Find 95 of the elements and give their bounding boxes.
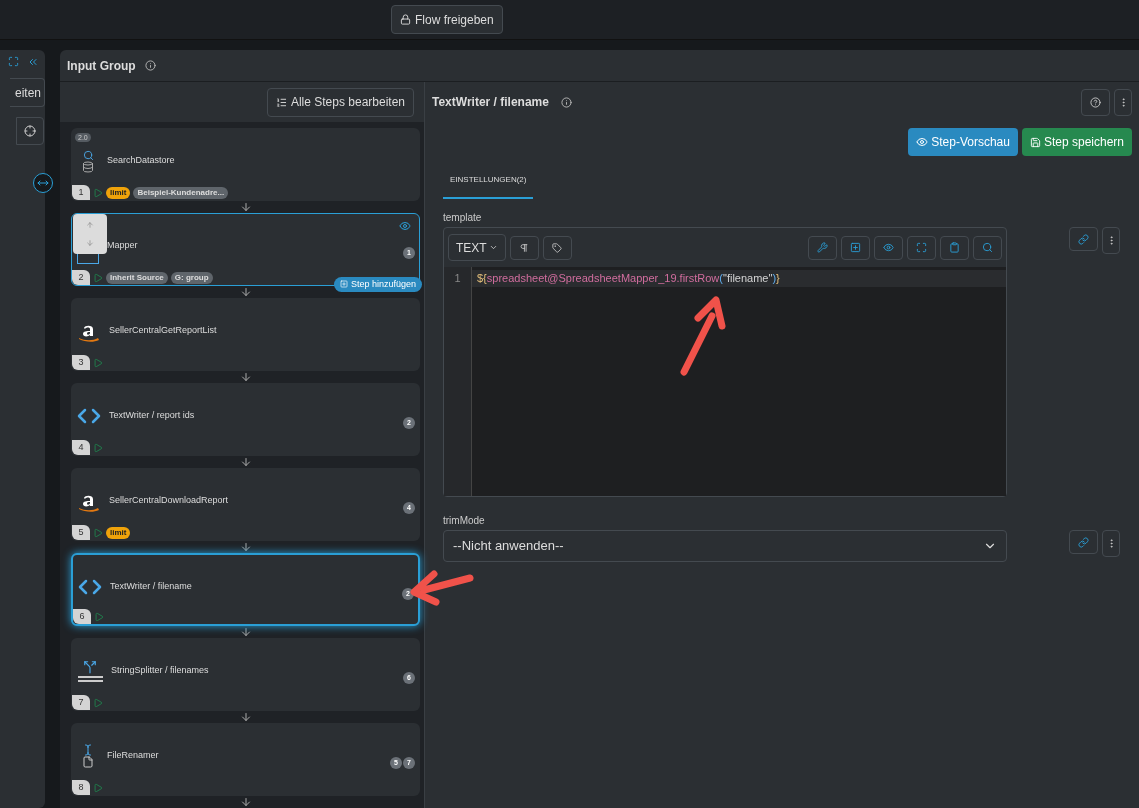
ordered-list-icon	[275, 96, 287, 108]
locate-button[interactable]	[16, 117, 44, 145]
insert-button[interactable]	[841, 235, 870, 260]
field-label: template	[443, 211, 483, 225]
step-number: 6	[73, 609, 91, 624]
eye-icon	[916, 136, 929, 148]
step-name: SearchDatastore	[107, 154, 175, 168]
play-icon[interactable]	[93, 782, 103, 793]
search-icon	[982, 242, 993, 253]
plus-icon	[850, 242, 861, 253]
connector-arrow-icon	[239, 201, 252, 213]
info-icon[interactable]	[560, 96, 572, 108]
wrench-button[interactable]	[808, 235, 837, 260]
connector-arrow-icon	[239, 796, 252, 808]
step-number: 7	[72, 695, 90, 710]
code-editor[interactable]: TEXT 1 ${spreadsheet@SpreadsheetMapper_19.firstRow("filename")}	[443, 227, 1007, 497]
step-name: TextWriter / report ids	[109, 409, 195, 423]
eye-icon[interactable]	[399, 220, 411, 232]
link-icon	[1078, 536, 1089, 548]
more-button[interactable]	[1102, 530, 1120, 557]
save-step-button[interactable]: Step speichern	[1021, 128, 1132, 156]
plus-icon	[339, 280, 348, 289]
connector-arrow-icon	[239, 541, 252, 553]
tag-button[interactable]	[542, 235, 572, 260]
step-name: SellerCentralDownloadReport	[109, 494, 229, 508]
connector-arrow-icon	[239, 711, 252, 723]
step-number: 3	[72, 355, 90, 370]
tag-icon	[552, 242, 563, 253]
group-title: Input Group	[67, 57, 136, 75]
clipboard-icon	[949, 242, 960, 253]
step-tag: limit	[106, 186, 131, 199]
collapse-icon[interactable]	[27, 56, 39, 68]
resize-handle-icon[interactable]	[33, 173, 53, 193]
step-tag: G: group	[170, 271, 213, 284]
line-number: 1	[454, 271, 461, 286]
step-number: 2	[72, 270, 90, 285]
play-icon[interactable]	[93, 272, 103, 283]
step-name: SellerCentralGetReportList	[109, 324, 217, 338]
eye-icon	[883, 242, 894, 253]
settings-tab[interactable]: EINSTELLUNGEN(2)	[443, 163, 534, 199]
mode-dropdown[interactable]: TEXT	[448, 234, 506, 261]
preview-button[interactable]	[874, 235, 903, 260]
step-title: TextWriter / filename	[432, 94, 549, 111]
play-icon[interactable]	[93, 357, 103, 368]
step-tag: Beispiel-Kundenadre...	[133, 186, 229, 199]
link-icon	[1078, 233, 1089, 245]
wrench-icon	[817, 242, 828, 253]
fullscreen-button[interactable]	[907, 235, 936, 260]
play-icon[interactable]	[93, 527, 103, 538]
step-name: FileRenamer	[107, 749, 159, 763]
link-button[interactable]	[1069, 530, 1098, 554]
trim-mode-select[interactable]: --Nicht anwenden--	[443, 530, 1007, 562]
step-number: 5	[72, 525, 90, 540]
more-button[interactable]	[1102, 227, 1120, 254]
reorder-handle[interactable]	[73, 214, 107, 254]
step-tag: Inherit Source	[106, 271, 168, 284]
lock-icon	[400, 14, 411, 25]
step-preview-button[interactable]: Step-Vorschau	[908, 128, 1018, 156]
more-button[interactable]	[1114, 88, 1132, 116]
move-up-icon[interactable]	[86, 221, 94, 229]
play-icon[interactable]	[93, 697, 103, 708]
splitter-icon	[77, 660, 103, 682]
play-icon[interactable]	[94, 611, 104, 622]
step-name: Mapper	[107, 239, 138, 253]
connector-arrow-icon	[239, 626, 252, 638]
share-flow-button[interactable]: Flow freigeben	[391, 5, 503, 34]
paragraph-button[interactable]	[509, 235, 539, 260]
step-name: StringSplitter / filenames	[111, 664, 209, 678]
step-number: 8	[72, 780, 90, 795]
link-button[interactable]	[1069, 227, 1098, 251]
crosshair-icon	[24, 125, 36, 137]
step-card[interactable]: SellerCentralGetReportList 3	[71, 298, 420, 371]
help-icon	[1090, 96, 1101, 108]
clipboard-button[interactable]	[940, 235, 969, 260]
edit-all-steps-button[interactable]: Alle Steps bearbeiten	[266, 87, 414, 117]
fullscreen-icon	[916, 242, 927, 253]
search-button[interactable]	[973, 235, 1002, 260]
connector-arrow-icon	[239, 456, 252, 468]
info-icon[interactable]	[144, 60, 156, 71]
save-icon	[1029, 136, 1041, 148]
play-icon[interactable]	[93, 442, 103, 453]
step-number: 4	[72, 440, 90, 455]
step-number: 1	[72, 185, 90, 200]
pilcrow-icon	[519, 242, 530, 253]
step-name: TextWriter / filename	[110, 580, 192, 594]
caret-icon	[488, 243, 498, 252]
help-button[interactable]	[1081, 88, 1110, 116]
expand-icon[interactable]	[8, 56, 19, 67]
step-tag: limit	[106, 526, 131, 539]
move-down-icon[interactable]	[86, 239, 94, 247]
edit-button[interactable]: eiten	[10, 78, 45, 107]
connector-arrow-icon	[239, 371, 252, 383]
field-label: trimMode	[443, 514, 486, 528]
connector-arrow-icon	[239, 286, 252, 298]
play-icon[interactable]	[93, 187, 103, 198]
